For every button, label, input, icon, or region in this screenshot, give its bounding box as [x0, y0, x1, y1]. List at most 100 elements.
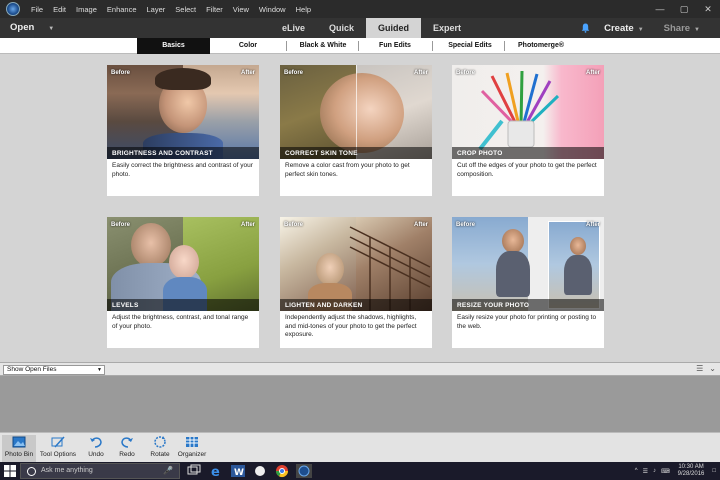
- card-description: Cut off the edges of your photo to get t…: [457, 162, 597, 178]
- after-label: After: [413, 70, 428, 76]
- close-icon[interactable]: ✕: [696, 0, 720, 18]
- card-title: LIGHTEN AND DARKEN: [285, 302, 363, 309]
- mode-tabs: eLive Quick Guided Expert: [270, 18, 473, 38]
- photoshop-elements-task-icon[interactable]: [296, 464, 312, 478]
- network-icon[interactable]: ☰: [643, 468, 648, 475]
- edge-browser-icon[interactable]: e: [208, 464, 224, 478]
- tab-elive[interactable]: eLive: [270, 18, 317, 38]
- chevron-down-icon: ▼: [637, 26, 644, 33]
- minimize-icon[interactable]: —: [648, 0, 672, 18]
- show-files-select[interactable]: Show Open Files ▼: [3, 365, 105, 375]
- divider: [358, 41, 359, 51]
- chrome-icon[interactable]: [274, 464, 290, 478]
- card-correct-skin-tone[interactable]: Before After CORRECT SKIN TONE Remove a …: [280, 65, 432, 196]
- create-label: Create: [604, 22, 634, 34]
- create-button[interactable]: Create ▼: [604, 23, 644, 34]
- organizer-icon: [186, 437, 198, 447]
- before-label: Before: [456, 70, 476, 76]
- taskbar-search[interactable]: Ask me anything 🎤: [20, 463, 180, 479]
- share-button[interactable]: Share ▼: [664, 23, 700, 34]
- taskbar-search-placeholder: Ask me anything: [41, 467, 93, 474]
- card-title: CROP PHOTO: [457, 150, 503, 157]
- stairs-graphic: [349, 226, 431, 311]
- bell-icon[interactable]: [581, 23, 590, 33]
- grandpa-face: [131, 223, 171, 267]
- tab-color[interactable]: Color: [215, 38, 281, 54]
- menu-window[interactable]: Window: [254, 5, 291, 14]
- tool-options-button[interactable]: Tool Options: [38, 435, 78, 463]
- tab-quick[interactable]: Quick: [317, 18, 366, 38]
- card-title: CORRECT SKIN TONE: [285, 150, 358, 157]
- menu-filter[interactable]: Filter: [201, 5, 228, 14]
- card-lighten-darken[interactable]: Before After LIGHTEN AND DARKEN Independ…: [280, 217, 432, 348]
- window-controls: — ▢ ✕: [648, 0, 720, 18]
- chevron-down-icon: ▼: [48, 26, 55, 32]
- chevron-up-icon[interactable]: ^: [635, 468, 638, 474]
- boy-hair: [155, 68, 211, 90]
- divider: [432, 41, 433, 51]
- menu-help[interactable]: Help: [291, 5, 316, 14]
- father-face-small: [570, 237, 586, 255]
- guided-edits-grid: Before After BRIGHTNESS AND CONTRAST Eas…: [0, 54, 720, 362]
- after-label: After: [585, 222, 600, 228]
- before-label: Before: [111, 222, 131, 228]
- card-brightness-contrast[interactable]: Before After BRIGHTNESS AND CONTRAST Eas…: [107, 65, 259, 196]
- volume-icon[interactable]: ♪: [653, 468, 656, 474]
- card-thumbnail: Before After LIGHTEN AND DARKEN: [280, 217, 432, 311]
- task-view-icon[interactable]: [186, 464, 202, 478]
- microphone-icon[interactable]: 🎤: [163, 466, 173, 475]
- menu-edit[interactable]: Edit: [48, 5, 71, 14]
- menu-layer[interactable]: Layer: [142, 5, 171, 14]
- tab-fun-edits[interactable]: Fun Edits: [362, 38, 428, 54]
- menu-view[interactable]: View: [228, 5, 254, 14]
- card-crop-photo[interactable]: Before After CROP PHOTO Cut off the edge…: [452, 65, 604, 196]
- rotate-button[interactable]: Rotate: [146, 435, 174, 463]
- list-view-icon[interactable]: ☰: [696, 364, 703, 373]
- before-label: Before: [284, 222, 304, 228]
- card-resize-photo[interactable]: Before After RESIZE YOUR PHOTO Easily re…: [452, 217, 604, 348]
- tab-special-edits[interactable]: Special Edits: [437, 38, 503, 54]
- svg-text:e: e: [211, 465, 220, 478]
- divider: [504, 41, 505, 51]
- menu-select[interactable]: Select: [170, 5, 201, 14]
- mode-bar-right: Create ▼ Share ▼: [581, 18, 720, 38]
- undo-button[interactable]: Undo: [83, 435, 109, 463]
- system-tray: ^ ☰ ♪ ⌨ 10:30 AM 9/28/2016 □: [635, 462, 720, 480]
- windows-start-icon[interactable]: [4, 465, 16, 477]
- open-label: Open: [10, 22, 35, 33]
- clock[interactable]: 10:30 AM 9/28/2016: [678, 464, 705, 478]
- tab-black-white[interactable]: Black & White: [290, 38, 356, 54]
- card-levels[interactable]: Before After LEVELS Adjust the brightnes…: [107, 217, 259, 348]
- word-icon[interactable]: W: [230, 464, 246, 478]
- share-label: Share: [663, 22, 691, 34]
- before-label: Before: [111, 70, 131, 76]
- menu-image[interactable]: Image: [71, 5, 102, 14]
- menu-file[interactable]: File: [26, 5, 48, 14]
- photo-bin-button[interactable]: Photo Bin: [2, 435, 36, 463]
- tab-guided[interactable]: Guided: [366, 18, 422, 38]
- photo-bin-area[interactable]: [0, 376, 720, 432]
- guided-category-tabs: Basics Color Black & White Fun Edits Spe…: [0, 38, 720, 54]
- keyboard-icon[interactable]: ⌨: [661, 468, 670, 475]
- redo-button[interactable]: Redo: [114, 435, 140, 463]
- tab-photomerge[interactable]: Photomerge®: [508, 38, 574, 54]
- divider: [286, 41, 287, 51]
- father-body-small: [564, 255, 592, 295]
- clock-time: 10:30 AM: [678, 464, 704, 470]
- organizer-button[interactable]: Organizer: [176, 435, 208, 463]
- notifications-icon[interactable]: □: [712, 468, 716, 474]
- menu-enhance[interactable]: Enhance: [102, 5, 142, 14]
- card-description: Easily correct the brightness and contra…: [112, 162, 253, 178]
- card-description: Adjust the brightness, contrast, and ton…: [112, 314, 249, 330]
- open-button[interactable]: Open ▼: [10, 18, 54, 38]
- app-white-icon[interactable]: [252, 464, 268, 478]
- father-face: [502, 229, 524, 253]
- maximize-icon[interactable]: ▢: [672, 0, 696, 18]
- undo-icon: [90, 437, 102, 448]
- collapse-icon[interactable]: ⌄: [709, 364, 716, 373]
- bottom-toolbar: Photo Bin Tool Options Undo Redo Rotate …: [0, 432, 720, 463]
- tab-basics[interactable]: Basics: [137, 38, 210, 54]
- organizer-label: Organizer: [177, 451, 207, 458]
- tool-options-icon: [51, 436, 65, 448]
- tab-expert[interactable]: Expert: [421, 18, 473, 38]
